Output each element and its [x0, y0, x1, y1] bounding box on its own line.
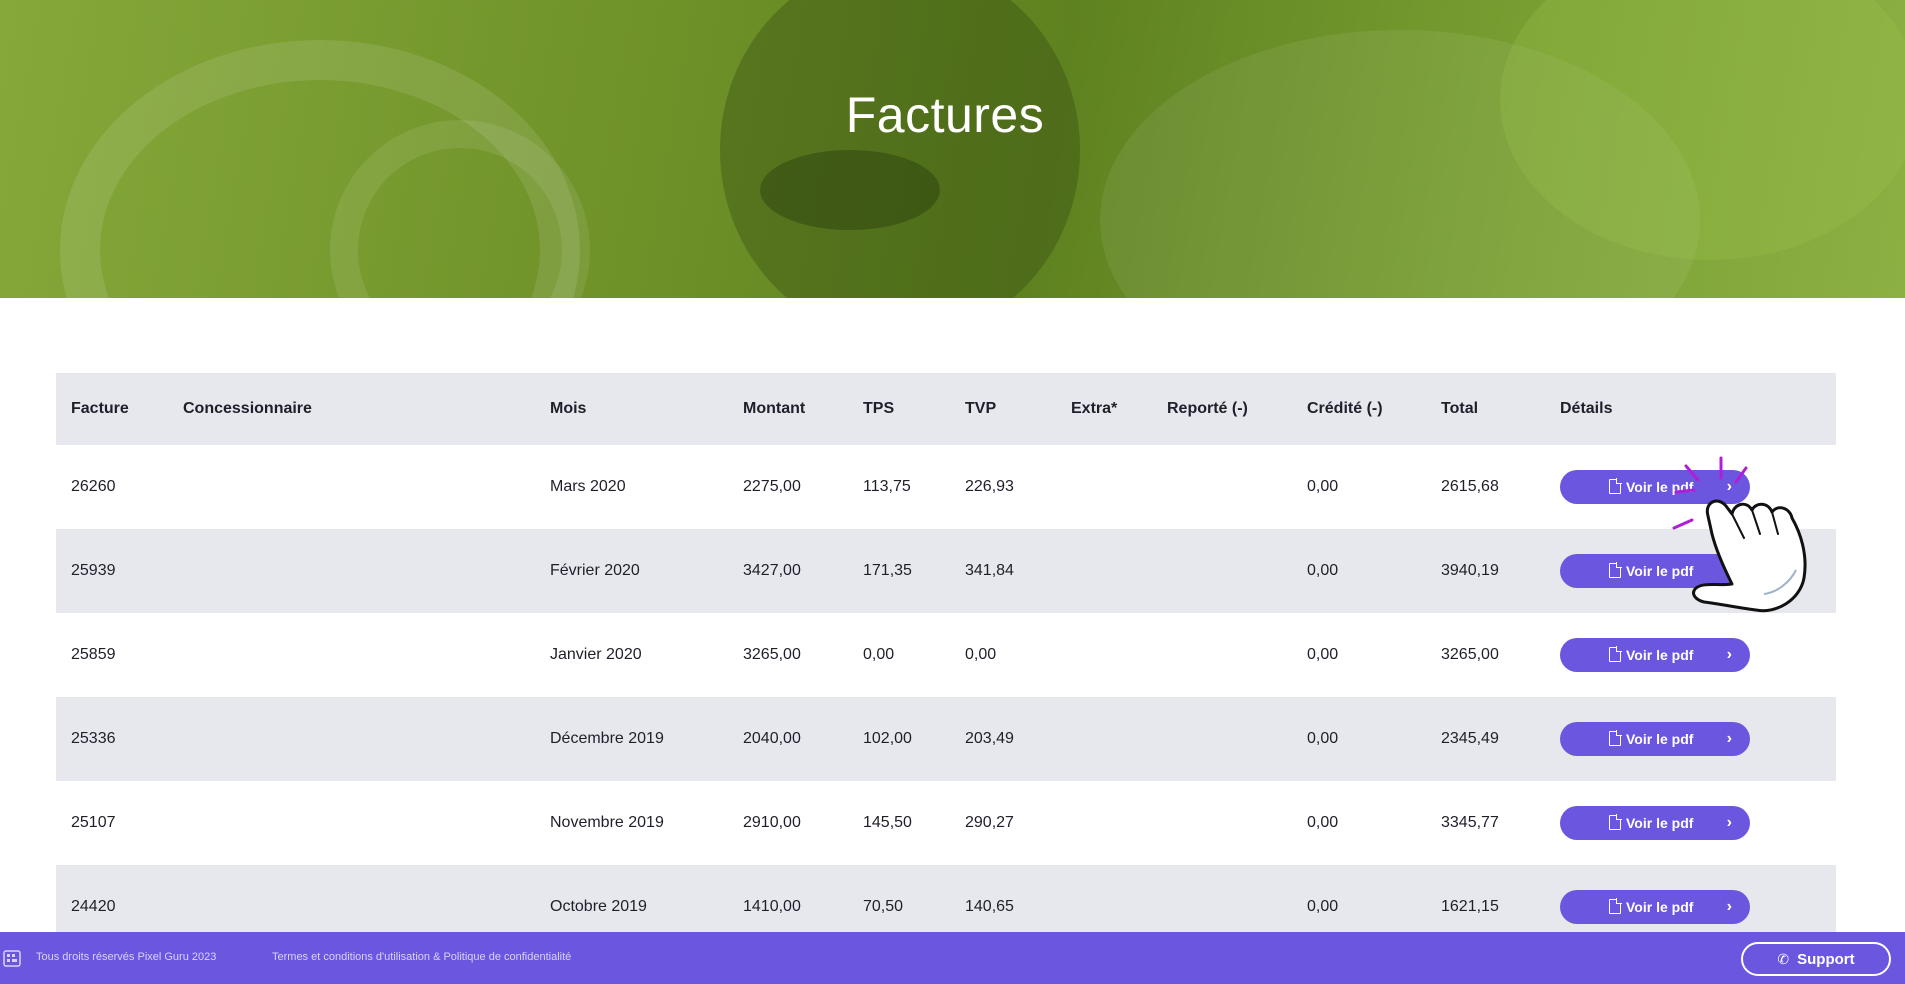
cell-total: 3265,00: [1441, 646, 1499, 663]
cell-credite: 0,00: [1307, 562, 1339, 579]
cell-facture: 26260: [71, 478, 116, 495]
cell-total: 3345,77: [1441, 814, 1499, 831]
chevron-right-icon: ›: [1726, 562, 1732, 579]
view-pdf-label: Voir le pdf: [1626, 899, 1694, 915]
cell-montant: 2910,00: [743, 814, 801, 831]
header-total: Total: [1441, 400, 1479, 417]
cell-credite: 0,00: [1307, 478, 1339, 495]
cell-tps: 113,75: [863, 478, 911, 495]
header-extra: Extra*: [1071, 400, 1118, 417]
cell-details: Voir le pdf ›: [1560, 697, 1750, 781]
chevron-right-icon: ›: [1726, 478, 1732, 495]
hero-background-shape: [720, 0, 1080, 298]
view-pdf-button[interactable]: Voir le pdf ›: [1560, 806, 1750, 840]
cell-montant: 2040,00: [743, 730, 801, 747]
cell-mois: Janvier 2020: [550, 646, 642, 663]
view-pdf-button[interactable]: Voir le pdf ›: [1560, 554, 1750, 588]
cell-tps: 0,00: [863, 646, 895, 663]
cell-tvp: 226,93: [965, 478, 1014, 495]
cell-total: 2615,68: [1441, 478, 1499, 495]
cell-facture: 25939: [71, 562, 116, 579]
cell-mois: Novembre 2019: [550, 814, 664, 831]
support-label: Support: [1797, 950, 1855, 968]
cell-facture: 25859: [71, 646, 116, 663]
cell-facture: 25336: [71, 730, 116, 747]
footer-terms-link[interactable]: Termes et conditions d'utilisation & Pol…: [272, 951, 571, 963]
view-pdf-label: Voir le pdf: [1626, 647, 1694, 663]
hero-background-shape: [760, 150, 940, 230]
cell-tvp: 341,84: [965, 562, 1014, 579]
cell-montant: 3427,00: [743, 562, 801, 579]
view-pdf-button[interactable]: Voir le pdf ›: [1560, 722, 1750, 756]
cell-credite: 0,00: [1307, 730, 1339, 747]
phone-icon: ✆: [1777, 950, 1790, 967]
file-pdf-icon: [1609, 898, 1622, 914]
view-pdf-label: Voir le pdf: [1626, 479, 1694, 495]
cell-details: Voir le pdf ›: [1560, 613, 1750, 697]
table-row: 25859 Janvier 2020 3265,00 0,00 0,00 0,0…: [56, 613, 1836, 697]
page-title: Factures: [845, 87, 1045, 143]
cell-mois: Février 2020: [550, 562, 640, 579]
view-pdf-label: Voir le pdf: [1626, 815, 1694, 831]
file-pdf-icon: [1609, 730, 1622, 746]
cell-details: Voir le pdf ›: [1560, 781, 1750, 865]
cell-tps: 171,35: [863, 562, 912, 579]
cell-tvp: 0,00: [965, 646, 997, 663]
cell-mois: Mars 2020: [550, 478, 626, 495]
chevron-right-icon: ›: [1726, 814, 1732, 831]
invoices-table: Facture Concessionnaire Mois Montant TPS…: [56, 373, 1836, 949]
header-credite: Crédité (-): [1307, 400, 1383, 417]
cell-total: 2345,49: [1441, 730, 1499, 747]
cell-mois: Décembre 2019: [550, 730, 664, 747]
file-pdf-icon: [1609, 814, 1622, 830]
file-pdf-icon: [1609, 562, 1622, 578]
header-tps: TPS: [863, 400, 895, 417]
cell-tvp: 290,27: [965, 814, 1014, 831]
table-row: 26260 Mars 2020 2275,00 113,75 226,93 0,…: [56, 445, 1836, 529]
file-pdf-icon: [1609, 646, 1622, 662]
file-pdf-icon: [1609, 478, 1622, 494]
cell-montant: 3265,00: [743, 646, 801, 663]
view-pdf-label: Voir le pdf: [1626, 563, 1694, 579]
header-montant: Montant: [743, 400, 806, 417]
header-tvp: TVP: [965, 400, 997, 417]
view-pdf-button[interactable]: Voir le pdf ›: [1560, 470, 1750, 504]
cell-credite: 0,00: [1307, 646, 1339, 663]
cell-facture: 25107: [71, 814, 116, 831]
header-concessionnaire: Concessionnaire: [183, 400, 312, 417]
table-row: 25107 Novembre 2019 2910,00 145,50 290,2…: [56, 781, 1836, 865]
cell-montant: 2275,00: [743, 478, 801, 495]
table-row: 25336 Décembre 2019 2040,00 102,00 203,4…: [56, 697, 1836, 781]
view-pdf-label: Voir le pdf: [1626, 731, 1694, 747]
cell-details: Voir le pdf ›: [1560, 529, 1750, 613]
cell-details: Voir le pdf ›: [1560, 445, 1750, 529]
footer-copyright: Tous droits réservés Pixel Guru 2023: [36, 951, 217, 963]
header-facture: Facture: [71, 400, 129, 417]
cell-tps: 102,00: [863, 730, 912, 747]
support-button[interactable]: ✆ Support: [1741, 942, 1891, 976]
table-row: 25939 Février 2020 3427,00 171,35 341,84…: [56, 529, 1836, 613]
cell-tps: 145,50: [863, 814, 912, 831]
header-reporte: Reporté (-): [1167, 400, 1248, 417]
chevron-right-icon: ›: [1726, 646, 1732, 663]
view-pdf-button[interactable]: Voir le pdf ›: [1560, 638, 1750, 672]
pixel-guru-logo-icon: [3, 950, 21, 967]
table-header-row: Facture Concessionnaire Mois Montant TPS…: [56, 373, 1836, 445]
view-pdf-button[interactable]: Voir le pdf ›: [1560, 890, 1750, 924]
header-mois: Mois: [550, 400, 587, 417]
chevron-right-icon: ›: [1726, 898, 1732, 915]
hero-banner: Factures: [0, 0, 1905, 298]
footer: Tous droits réservés Pixel Guru 2023 Ter…: [0, 932, 1905, 984]
cell-total: 3940,19: [1441, 562, 1499, 579]
header-details: Détails: [1560, 400, 1613, 417]
cell-credite: 0,00: [1307, 814, 1339, 831]
chevron-right-icon: ›: [1726, 730, 1732, 747]
cell-tvp: 203,49: [965, 730, 1014, 747]
